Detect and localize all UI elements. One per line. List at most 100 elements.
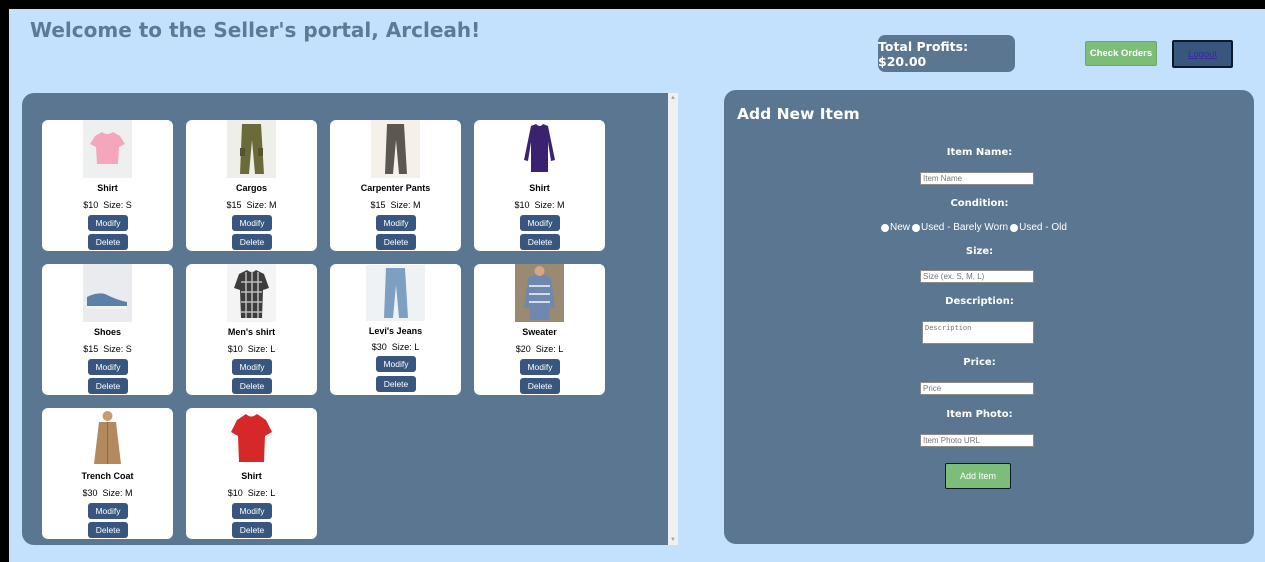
trench-coat-icon <box>83 408 132 466</box>
price-label: Price: <box>963 357 996 368</box>
item-card: Carpenter Pants $15 Size: M Modify Delet… <box>330 120 461 251</box>
radio-used-old-label: Used - Old <box>1019 222 1067 233</box>
item-price: $10 <box>83 200 99 210</box>
item-card: Trench Coat $30 Size: M Modify Delete <box>42 408 173 539</box>
item-name: Shirt <box>529 183 550 193</box>
description-textarea[interactable]: Description <box>922 321 1034 344</box>
delete-button[interactable]: Delete <box>520 378 560 394</box>
delete-button[interactable]: Delete <box>376 376 416 392</box>
item-size: Size: S <box>103 200 132 210</box>
condition-label: Condition: <box>950 198 1009 209</box>
modify-button[interactable]: Modify <box>376 215 416 231</box>
item-price: $10 <box>227 344 243 354</box>
item-meta: $10 Size: L <box>186 344 317 354</box>
price-input[interactable]: Price <box>920 382 1034 395</box>
item-card: Cargos $15 Size: M Modify Delete <box>186 120 317 251</box>
item-meta: $30 Size: M <box>42 488 173 498</box>
plaid-shirt-icon <box>227 264 276 322</box>
items-scrollbar[interactable]: ▲ ▼ <box>668 93 678 545</box>
item-price: $10 <box>514 200 530 210</box>
item-card: Shirt $10 Size: M Modify Delete <box>474 120 605 251</box>
page: Welcome to the Seller's portal, Arcleah!… <box>9 9 1265 562</box>
item-meta: $30 Size: L <box>330 342 461 352</box>
delete-button[interactable]: Delete <box>88 378 128 394</box>
item-name: Levi's Jeans <box>368 326 423 336</box>
delete-button[interactable]: Delete <box>88 522 128 538</box>
item-size: Size: M <box>390 200 421 210</box>
shoes-icon <box>83 264 132 322</box>
size-label: Size: <box>965 246 994 257</box>
delete-button[interactable]: Delete <box>232 378 272 394</box>
item-name: Cargos <box>235 183 267 193</box>
item-price: $15 <box>83 344 99 354</box>
item-meta: $15 Size: M <box>330 200 461 210</box>
item-card: Levi's Jeans $30 Size: L Modify Delete <box>330 264 461 395</box>
item-card: Men's shirt $10 Size: L Modify Delete <box>186 264 317 395</box>
item-card: Shoes $15 Size: S Modify Delete <box>42 264 173 395</box>
size-input[interactable]: Size (ex. S, M, L) <box>920 270 1034 283</box>
item-size: Size: M <box>102 488 133 498</box>
item-size: Size: M <box>534 200 565 210</box>
item-name: Trench Coat <box>81 471 134 481</box>
radio-used-old[interactable] <box>1010 223 1019 232</box>
delete-button[interactable]: Delete <box>232 234 272 250</box>
modify-button[interactable]: Modify <box>88 215 128 231</box>
modify-button[interactable]: Modify <box>520 215 560 231</box>
welcome-heading: Welcome to the Seller's portal, Arcleah! <box>30 18 481 42</box>
scroll-down-icon[interactable]: ▼ <box>668 535 678 545</box>
form-title: Add New Item <box>737 105 860 123</box>
items-panel: Shirt $10 Size: S Modify Delete Cargos $… <box>22 93 668 545</box>
pink-shirt-icon <box>83 120 132 178</box>
modify-button[interactable]: Modify <box>520 359 560 375</box>
red-shirt-icon <box>227 408 276 466</box>
carpenter-pants-icon <box>371 120 420 178</box>
item-card: Sweater $20 Size: L Modify Delete <box>474 264 605 395</box>
item-name: Shirt <box>97 183 118 193</box>
item-name: Shoes <box>93 327 121 337</box>
total-profits-badge: Total Profits: $20.00 <box>878 35 1015 72</box>
photo-url-input[interactable]: Item Photo URL <box>920 434 1034 447</box>
item-name: Carpenter Pants <box>360 183 431 193</box>
modify-button[interactable]: Modify <box>232 215 272 231</box>
modify-button[interactable]: Modify <box>88 503 128 519</box>
item-meta: $20 Size: L <box>474 344 605 354</box>
add-item-form: Add New Item Item Name: Item Name Condit… <box>724 90 1254 544</box>
logout-button[interactable]: Logout <box>1172 40 1233 68</box>
delete-button[interactable]: Delete <box>376 234 416 250</box>
item-card: Shirt $10 Size: S Modify Delete <box>42 120 173 251</box>
photo-label: Item Photo: <box>946 409 1013 420</box>
modify-button[interactable]: Modify <box>232 359 272 375</box>
condition-radio-group: New Used - Barely Worn Used - Old <box>881 222 1067 233</box>
modify-button[interactable]: Modify <box>232 503 272 519</box>
item-size: Size: S <box>103 344 132 354</box>
jeans-icon <box>366 264 425 322</box>
long-sleeve-shirt-icon <box>515 120 564 178</box>
item-meta: $10 Size: S <box>42 200 173 210</box>
delete-button[interactable]: Delete <box>520 234 560 250</box>
scroll-up-icon[interactable]: ▲ <box>668 93 678 103</box>
item-meta: $15 Size: M <box>186 200 317 210</box>
item-price: $15 <box>370 200 386 210</box>
item-price: $10 <box>227 488 243 498</box>
modify-button[interactable]: Modify <box>88 359 128 375</box>
radio-used-barely-worn[interactable] <box>912 223 921 232</box>
add-item-button[interactable]: Add Item <box>945 463 1011 489</box>
item-name: Shirt <box>241 471 262 481</box>
modify-button[interactable]: Modify <box>376 356 416 372</box>
delete-button[interactable]: Delete <box>232 522 272 538</box>
item-price: $20 <box>515 344 531 354</box>
item-size: Size: L <box>247 344 276 354</box>
item-name: Sweater <box>522 327 557 337</box>
item-price: $15 <box>226 200 242 210</box>
item-size: Size: L <box>247 488 276 498</box>
radio-new[interactable] <box>881 223 889 232</box>
check-orders-button[interactable]: Check Orders <box>1085 41 1157 66</box>
item-meta: $15 Size: S <box>42 344 173 354</box>
item-card: Shirt $10 Size: L Modify Delete <box>186 408 317 539</box>
item-size: Size: L <box>391 342 420 352</box>
sweater-icon <box>515 264 564 322</box>
delete-button[interactable]: Delete <box>88 234 128 250</box>
radio-new-label: New <box>890 222 911 233</box>
item-name-input[interactable]: Item Name <box>920 172 1034 185</box>
item-size: Size: L <box>535 344 564 354</box>
